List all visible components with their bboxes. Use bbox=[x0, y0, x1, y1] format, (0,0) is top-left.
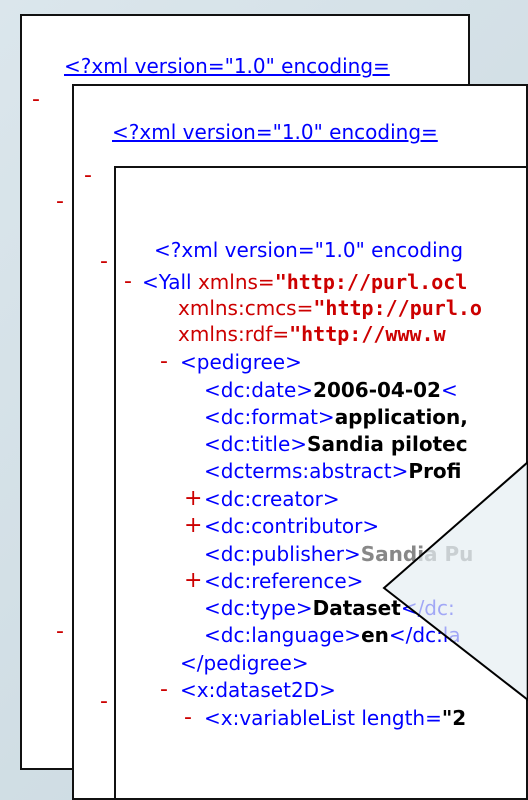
callout-pointer bbox=[382, 460, 528, 702]
callout-overlay bbox=[382, 460, 528, 702]
